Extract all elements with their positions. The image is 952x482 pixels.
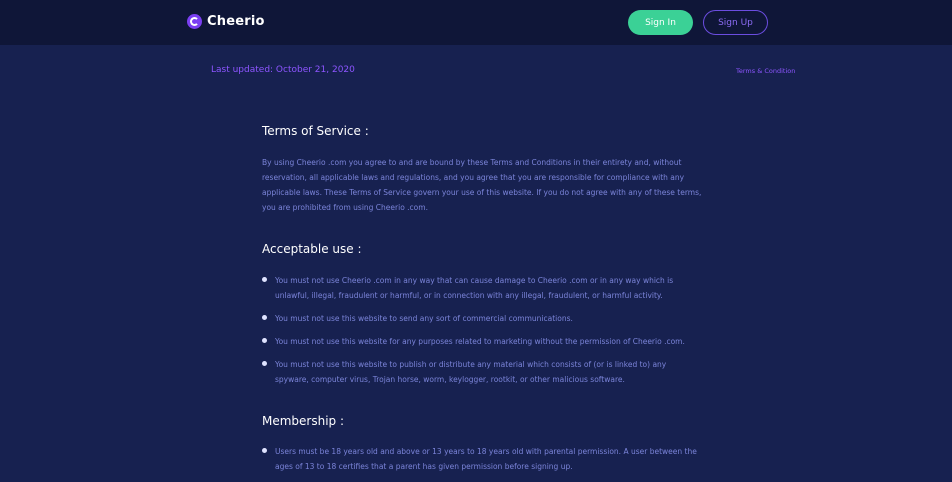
brand-logo[interactable]: Cheerio (187, 14, 265, 29)
list-item-text: You must not use this website to send an… (275, 314, 573, 323)
acceptable-use-list: You must not use Cheerio .com in any way… (262, 273, 702, 387)
bullet-icon (262, 315, 267, 320)
sign-up-button[interactable]: Sign Up (703, 10, 768, 35)
bullet-icon (262, 448, 267, 453)
list-item: You must not use this website to send an… (262, 311, 702, 326)
last-updated-text: Last updated: October 21, 2020 (211, 65, 355, 75)
list-item-text: You must not use Cheerio .com in any way… (275, 276, 674, 300)
list-item: Users must be 18 years old and above or … (262, 444, 702, 474)
bullet-icon (262, 361, 267, 366)
section-title: Terms of Service : (262, 124, 369, 138)
sign-in-button[interactable]: Sign In (628, 10, 693, 35)
terms-content: Terms of Service : By using Cheerio .com… (262, 124, 702, 482)
list-item: You must not use this website for any pu… (262, 334, 702, 349)
membership-list: Users must be 18 years old and above or … (262, 444, 702, 474)
section-title: Membership : (262, 414, 345, 428)
top-navbar: Cheerio Sign In Sign Up (0, 0, 952, 45)
bullet-icon (262, 277, 267, 282)
breadcrumb-terms-link[interactable]: Terms & Condition (736, 67, 795, 75)
list-item-text: You must not use this website for any pu… (275, 337, 685, 346)
bullet-icon (262, 338, 267, 343)
brand-name: Cheerio (207, 14, 265, 29)
list-item-text: You must not use this website to publish… (275, 360, 667, 384)
section-acceptable-use: Acceptable use : You must not use Cheeri… (262, 242, 702, 387)
cheerio-logo-icon (187, 14, 202, 29)
section-title: Acceptable use : (262, 242, 362, 256)
list-item-text: Users must be 18 years old and above or … (275, 447, 697, 471)
section-membership: Membership : Users must be 18 years old … (262, 414, 702, 474)
section-terms-of-service: Terms of Service : By using Cheerio .com… (262, 124, 702, 215)
section-paragraph: By using Cheerio .com you agree to and a… (262, 158, 702, 212)
list-item: You must not use this website to publish… (262, 357, 702, 387)
list-item: You must not use Cheerio .com in any way… (262, 273, 702, 303)
